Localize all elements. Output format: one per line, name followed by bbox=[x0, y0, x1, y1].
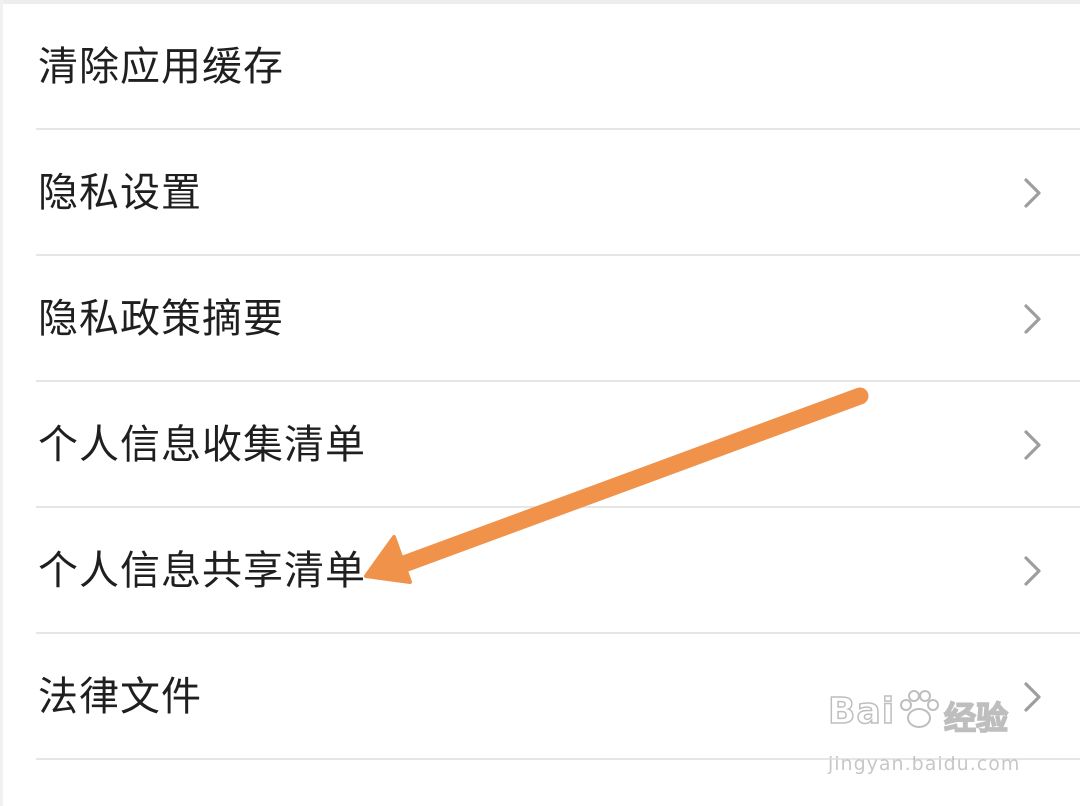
watermark-brand: Bai bbox=[827, 690, 896, 733]
menu-item-clear-cache[interactable]: 清除应用缓存 bbox=[36, 4, 1080, 130]
menu-item-personal-info-sharing[interactable]: 个人信息共享清单 bbox=[36, 508, 1080, 634]
watermark-url: jingyan.baidu.com bbox=[828, 753, 1021, 775]
settings-menu: 清除应用缓存 隐私设置 隐私政策摘要 个人信息收集清单 个人信息共享清单 法律文… bbox=[0, 4, 1080, 760]
watermark-brand-2: 经验 bbox=[943, 698, 1009, 738]
menu-item-privacy-policy-summary[interactable]: 隐私政策摘要 bbox=[36, 256, 1080, 382]
chevron-right-icon bbox=[1024, 304, 1041, 334]
chevron-right-icon bbox=[1024, 178, 1041, 208]
menu-item-label: 清除应用缓存 bbox=[38, 44, 284, 90]
menu-item-label: 法律文件 bbox=[38, 674, 202, 720]
paw-icon bbox=[900, 690, 939, 728]
chevron-right-icon bbox=[1024, 556, 1041, 586]
baidu-watermark: Bai 经验 jingyan.baidu.com bbox=[826, 685, 1036, 785]
menu-item-label: 隐私设置 bbox=[38, 170, 202, 216]
menu-item-label: 隐私政策摘要 bbox=[38, 296, 284, 342]
menu-item-privacy-settings[interactable]: 隐私设置 bbox=[36, 130, 1080, 256]
menu-item-label: 个人信息共享清单 bbox=[38, 548, 366, 594]
menu-item-personal-info-collection[interactable]: 个人信息收集清单 bbox=[36, 382, 1080, 508]
menu-item-label: 个人信息收集清单 bbox=[38, 422, 366, 468]
chevron-right-icon bbox=[1024, 430, 1041, 460]
